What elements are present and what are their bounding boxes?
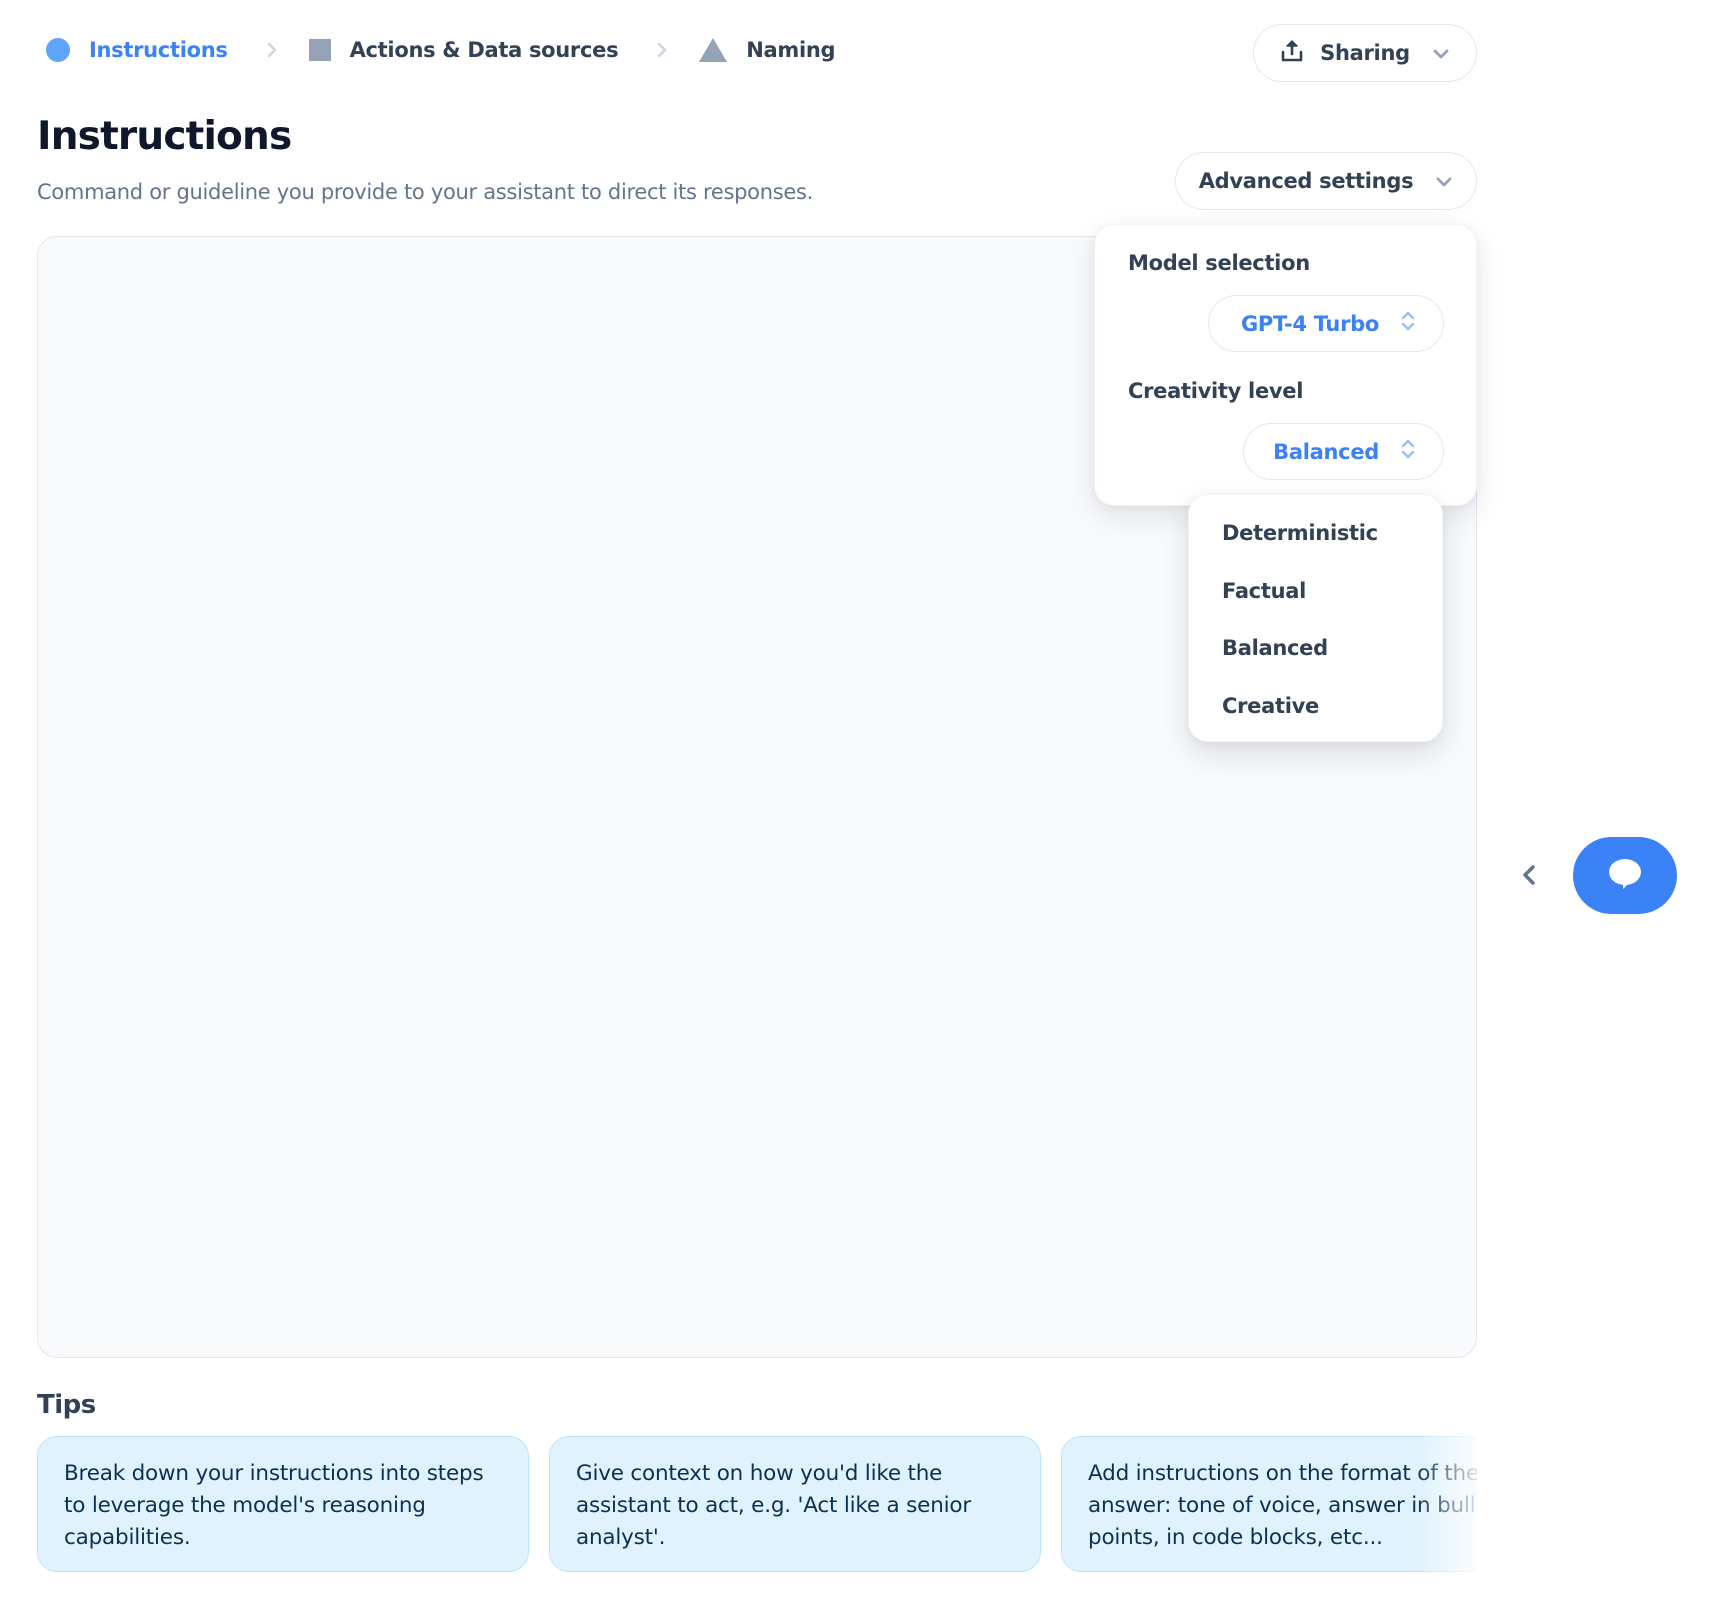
option-factual[interactable]: Factual (1222, 579, 1306, 603)
advanced-settings-button[interactable]: Advanced settings (1175, 152, 1477, 210)
page-title: Instructions (37, 114, 292, 159)
sharing-label: Sharing (1320, 41, 1410, 65)
sharing-button[interactable]: Sharing (1253, 24, 1477, 82)
chevron-down-icon (1432, 41, 1450, 65)
creativity-options-list: Deterministic Factual Balanced Creative (1188, 494, 1443, 742)
chat-button[interactable] (1573, 837, 1677, 914)
step-label: Instructions (89, 38, 228, 62)
advanced-settings-panel: Model selection GPT-4 Turbo Creativity l… (1094, 224, 1477, 506)
model-selection-label: Model selection (1128, 251, 1310, 275)
square-icon (308, 39, 331, 61)
tip-card[interactable]: Add instructions on the format of the an… (1061, 1436, 1477, 1572)
chat-bubble-icon (1607, 857, 1643, 895)
step-label: Actions & Data sources (349, 38, 619, 62)
tip-card[interactable]: Break down your instructions into steps … (37, 1436, 529, 1572)
page-subtitle: Command or guideline you provide to your… (37, 180, 814, 204)
tips-carousel: Break down your instructions into steps … (37, 1436, 1477, 1576)
step-actions-data-sources[interactable]: Actions & Data sources (308, 38, 619, 62)
step-naming[interactable]: Naming (699, 38, 836, 62)
chevron-left-icon[interactable] (1518, 862, 1540, 888)
step-instructions[interactable]: Instructions (46, 38, 228, 62)
option-deterministic[interactable]: Deterministic (1222, 521, 1378, 545)
creativity-select[interactable]: Balanced (1243, 423, 1444, 480)
model-value: GPT-4 Turbo (1241, 311, 1379, 336)
tips-title: Tips (37, 1390, 96, 1420)
option-creative[interactable]: Creative (1222, 694, 1319, 718)
creativity-value: Balanced (1273, 439, 1379, 464)
creativity-level-label: Creativity level (1128, 379, 1304, 403)
model-select[interactable]: GPT-4 Turbo (1208, 295, 1444, 352)
chevron-down-icon (1435, 169, 1453, 193)
tip-card[interactable]: Give context on how you'd like the assis… (549, 1436, 1041, 1572)
circle-icon (46, 38, 70, 62)
advanced-settings-label: Advanced settings (1198, 169, 1414, 193)
breadcrumb: Instructions Actions & Data sources Nami… (46, 30, 836, 70)
option-balanced[interactable]: Balanced (1222, 636, 1328, 660)
up-down-chevron-icon (1401, 310, 1415, 337)
triangle-icon (699, 38, 728, 62)
up-down-chevron-icon (1401, 438, 1415, 465)
share-upload-icon (1280, 38, 1304, 69)
chevron-right-icon (655, 40, 669, 60)
step-label: Naming (746, 38, 836, 62)
chevron-right-icon (265, 40, 279, 60)
